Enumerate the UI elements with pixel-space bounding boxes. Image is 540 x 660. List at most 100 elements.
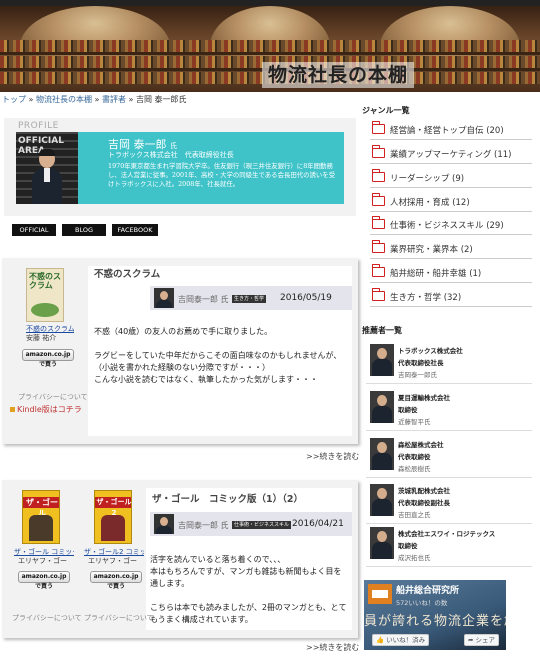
profile-honorific: 氏: [170, 142, 177, 150]
genre-item[interactable]: 仕事術・ビジネススキル (29): [370, 213, 532, 235]
recommender-company: 夏目運輸株式会社: [398, 394, 450, 402]
folder-icon: [371, 216, 385, 229]
photo-body: [372, 406, 392, 423]
genre-label: 生き方・哲学 (32): [390, 293, 462, 303]
genre-item[interactable]: 人材採用・育成 (12): [370, 190, 532, 212]
article-author[interactable]: 吉岡泰一郎 氏: [178, 294, 229, 305]
folder-icon: [371, 193, 385, 206]
avatar-body: [156, 300, 172, 308]
excerpt-line: 本はもちろんですが、マンガも雑誌も新聞もよく目を: [150, 567, 342, 576]
breadcrumb-current: 吉岡 泰一郎氏: [136, 95, 187, 104]
read-more-link[interactable]: >>続きを読む: [306, 642, 359, 653]
recommender-role: 代表取締役副社長: [398, 499, 450, 507]
breadcrumb-separator: »: [94, 95, 100, 104]
recommender-item[interactable]: 株式会社エスワイ・ロジテックス 取締役 成沢拓也氏: [366, 523, 532, 567]
excerpt-line: ラグビーをしていた中年だからこその面白味なのかもしれませんが、: [94, 351, 342, 360]
excerpt-line: もうまく構成されています。: [150, 615, 253, 624]
photo-body: [372, 542, 392, 559]
avatar-body: [156, 526, 172, 534]
blog-link-button[interactable]: BLOG: [62, 224, 106, 236]
amazon-buy-button[interactable]: amazon.co.jpで買う: [22, 349, 74, 368]
genre-item[interactable]: 生き方・哲学 (32): [370, 285, 532, 307]
profile-label: PROFILE: [18, 121, 59, 131]
folder-icon: [371, 288, 385, 301]
breadcrumb-reviewers[interactable]: 書評者: [102, 95, 126, 104]
author-avatar[interactable]: [154, 514, 174, 534]
recommender-item[interactable]: 夏目運輸株式会社 取締役 近藤智平氏: [366, 387, 532, 431]
genre-label: 経営論・経営トップ自伝 (20): [390, 126, 504, 136]
photo-head: [377, 348, 387, 359]
privacy-link[interactable]: プライバシーについて: [12, 613, 82, 623]
header-shelf: [0, 52, 540, 55]
book-cover[interactable]: ザ・ゴール: [22, 490, 60, 544]
recommender-photo: [370, 527, 394, 559]
article-author[interactable]: 吉岡泰一郎 氏: [178, 520, 229, 531]
recommender-name[interactable]: 吉岡泰一郎氏: [398, 369, 437, 379]
amazon-buy-button[interactable]: amazon.co.jpで買う: [90, 571, 142, 590]
genre-label: 人材採用・育成 (12): [390, 198, 470, 208]
recommender-item[interactable]: 森松屋株式会社 代表取締役 森松辰樹氏: [366, 434, 532, 478]
recommender-company: 森松屋株式会社: [398, 441, 444, 449]
breadcrumb: トップ » 物流社長の本棚 » 書評者 » 吉岡 泰一郎氏: [2, 94, 187, 105]
profile-section: PROFILE OFFICIAL AREA 吉岡 泰一郎 氏 トラボックス株式会…: [4, 118, 356, 216]
recommender-photo: [370, 391, 394, 423]
site-title[interactable]: 物流社長の本棚: [262, 62, 415, 88]
profile-company: トラボックス株式会社 代表取締役社長: [108, 151, 234, 159]
genre-item[interactable]: 業績アップマーケティング (11): [370, 142, 532, 164]
amazon-buy-button[interactable]: amazon.co.jpで買う: [18, 571, 70, 590]
official-link-button[interactable]: OFFICIAL: [12, 224, 56, 236]
folder-icon: [371, 145, 385, 158]
author-avatar[interactable]: [154, 288, 174, 308]
recommender-company: 株式会社エスワイ・ロジテックス: [398, 530, 496, 538]
kindle-link[interactable]: Kindle版はコチラ: [10, 404, 82, 415]
category-badge[interactable]: 生き方・哲学: [232, 295, 267, 303]
facebook-like-count: 572いいね！の数: [396, 599, 448, 607]
facebook-page-logo[interactable]: [368, 584, 392, 604]
photo-body: [372, 499, 392, 516]
excerpt-line: [94, 338, 341, 350]
recommender-name[interactable]: 成沢拓也氏: [398, 552, 431, 562]
genre-item[interactable]: 船井総研・船井幸雄 (1): [370, 261, 532, 283]
category-badge[interactable]: 仕事術・ビジネススキル: [232, 521, 292, 529]
recommender-name[interactable]: 森松辰樹氏: [398, 463, 431, 473]
avatar-head: [160, 291, 168, 300]
recommender-name[interactable]: 吉田直之氏: [398, 509, 431, 519]
folder-icon: [371, 169, 385, 182]
recommender-photo: [370, 484, 394, 516]
book-cover[interactable]: ザ・ゴール2: [94, 490, 132, 544]
facebook-page-widget[interactable]: 船井総合研究所 572いいね！の数 員が誇れる物流企業を創 👍 いいね！済み ➦…: [364, 580, 506, 650]
recommender-item[interactable]: トラボックス株式会社 代表取締役社長 吉岡泰一郎氏: [366, 340, 532, 384]
article-title[interactable]: 不惑のスクラム: [94, 266, 160, 280]
breadcrumb-top[interactable]: トップ: [2, 95, 26, 104]
kindle-icon: [10, 407, 15, 412]
genre-item[interactable]: リーダーシップ (9): [370, 166, 532, 188]
facebook-link-button[interactable]: FACEBOOK: [112, 224, 158, 236]
recommender-photo: [370, 344, 394, 376]
recommender-item[interactable]: 茨城乳配株式会社 代表取締役副社長 吉田直之氏: [366, 480, 532, 524]
read-more-link[interactable]: >>続きを読む: [306, 451, 359, 462]
recommender-name[interactable]: 近藤智平氏: [398, 416, 431, 426]
facebook-like-label: いいね！済み: [386, 636, 426, 644]
privacy-link[interactable]: プライバシーについて: [84, 613, 154, 623]
article-title[interactable]: ザ・ゴール コミック版（1）（2）: [152, 491, 303, 505]
recommender-company: トラボックス株式会社: [398, 347, 463, 355]
recommender-list-heading: 推薦者一覧: [362, 326, 402, 335]
photo-head: [377, 442, 387, 453]
book-cover-illustration: [29, 515, 53, 541]
facebook-page-name[interactable]: 船井総合研究所: [396, 583, 459, 596]
site-header: 物流社長の本棚: [0, 0, 540, 92]
facebook-share-button[interactable]: ➦ シェア: [464, 634, 500, 646]
genre-item[interactable]: 業界研究・業界本 (2): [370, 237, 532, 259]
genre-label: 仕事術・ビジネススキル (29): [390, 221, 504, 231]
genre-label: リーダーシップ (9): [390, 174, 465, 184]
breadcrumb-bookshelf[interactable]: 物流社長の本棚: [36, 95, 92, 104]
recommender-role: 取締役: [398, 542, 418, 550]
privacy-link[interactable]: プライバシーについて: [18, 392, 88, 402]
facebook-like-button[interactable]: 👍 いいね！済み: [372, 634, 430, 646]
book-cover[interactable]: 不惑のスクラム: [26, 268, 64, 322]
photo-head: [377, 395, 387, 406]
folder-icon: [371, 240, 385, 253]
photo-shirt: [44, 168, 50, 182]
genre-item[interactable]: 経営論・経営トップ自伝 (20): [370, 118, 532, 140]
genre-label: 船井総研・船井幸雄 (1): [390, 269, 482, 279]
